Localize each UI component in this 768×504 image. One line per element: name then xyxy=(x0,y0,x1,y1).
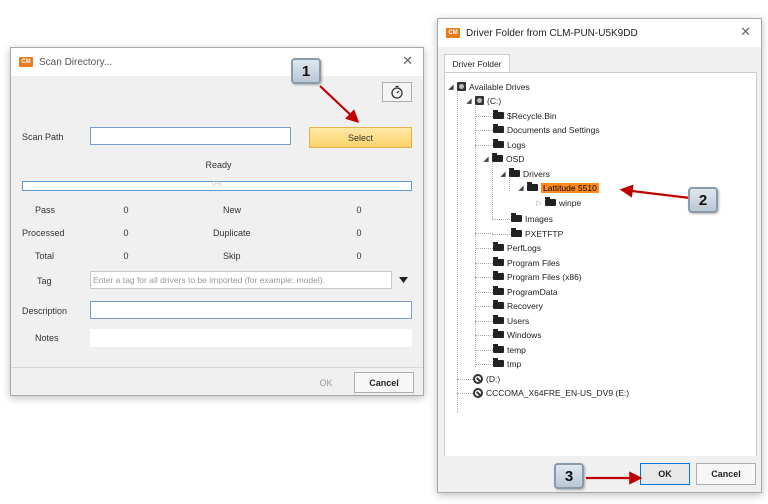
callout-step-2: 2 xyxy=(688,187,718,213)
callout-step-3: 3 xyxy=(554,463,584,489)
annotation-arrows xyxy=(319,85,691,485)
callout-step-1: 1 xyxy=(291,58,321,84)
arrow-to-select xyxy=(319,85,360,124)
arrow-to-lattitude xyxy=(619,184,691,200)
